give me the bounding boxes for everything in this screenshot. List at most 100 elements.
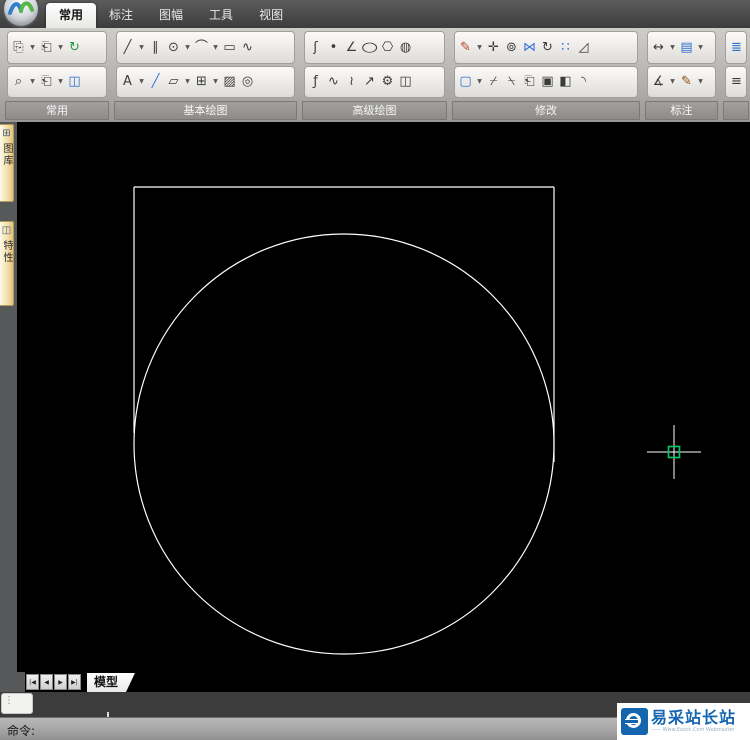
stretch-dropdown-arrow-icon[interactable]: ▼ bbox=[475, 71, 484, 93]
axis-button[interactable]: ∠ bbox=[343, 36, 360, 58]
ellipse-button[interactable]: ○ bbox=[361, 36, 378, 58]
arrow-button[interactable]: ↗ bbox=[361, 71, 378, 93]
grip-dots-icon: ⋮ bbox=[4, 695, 14, 706]
panel-label: 标注 bbox=[645, 101, 718, 120]
ribbon-tab-图幅[interactable]: 图幅 bbox=[146, 3, 196, 28]
menu-button[interactable]: ≡ bbox=[728, 71, 745, 93]
panel-label bbox=[723, 101, 749, 120]
watermark-title: 易采站长站 bbox=[651, 710, 736, 726]
copy-button[interactable]: ⎘ bbox=[10, 36, 27, 58]
last-sheet-button[interactable]: ▶| bbox=[68, 674, 81, 690]
zoom-dropdown-arrow-icon[interactable]: ▼ bbox=[28, 71, 37, 93]
ribbon-panel-高级绘图: ʃ•∠○⎔◍ƒ∿≀↗⚙◫高级绘图 bbox=[301, 30, 448, 120]
watermark-subtitle: —— Www.Easck.Com Webmaster bbox=[651, 728, 736, 733]
linear-dimension-button[interactable]: ↔ bbox=[650, 36, 667, 58]
curve-button[interactable]: ʃ bbox=[307, 36, 324, 58]
gear-button[interactable]: ⚙ bbox=[379, 71, 396, 93]
ribbon-panel-标注: ↔▼▤▼∡▼✎▼标注 bbox=[644, 30, 719, 120]
drawing-check-button[interactable]: ≣ bbox=[728, 36, 745, 58]
side-tab-特性[interactable]: ◫特性 bbox=[0, 221, 14, 306]
refresh-button[interactable]: ↻ bbox=[66, 36, 83, 58]
label-button[interactable]: ◎ bbox=[239, 71, 256, 93]
copy-object-button[interactable]: ⊚ bbox=[503, 36, 520, 58]
hatch-button[interactable]: ▨ bbox=[221, 71, 238, 93]
ellipse-icon: ○ bbox=[361, 41, 378, 54]
block-dropdown-arrow-icon[interactable]: ▼ bbox=[211, 71, 220, 93]
centerline-button[interactable]: ╱ bbox=[147, 71, 164, 93]
sheet-nav-buttons: |◀◀▶▶| bbox=[26, 674, 81, 690]
ribbon-tab-视图[interactable]: 视图 bbox=[246, 3, 296, 28]
offset-button[interactable]: ⎗ bbox=[521, 71, 538, 93]
circle-tangent-button[interactable]: ◍ bbox=[397, 36, 414, 58]
rotate-3d-button[interactable]: ◧ bbox=[557, 71, 574, 93]
text-dropdown-arrow-icon[interactable]: ▼ bbox=[137, 71, 146, 93]
dimension-style-dropdown-arrow-icon[interactable]: ▼ bbox=[696, 36, 705, 58]
circle-button[interactable]: ⊙ bbox=[165, 36, 182, 58]
parallel-line-button[interactable]: ∥ bbox=[147, 36, 164, 58]
sheet-tab-model[interactable]: 模型 bbox=[87, 673, 135, 692]
point-icon: • bbox=[330, 41, 338, 54]
next-sheet-button[interactable]: ▶ bbox=[54, 674, 67, 690]
paste-special-dropdown-arrow-icon[interactable]: ▼ bbox=[56, 71, 65, 93]
ribbon-tab-常用[interactable]: 常用 bbox=[46, 3, 96, 28]
line-button[interactable]: ╱ bbox=[119, 36, 136, 58]
point-button[interactable]: • bbox=[325, 36, 342, 58]
extend-button[interactable]: ⍀ bbox=[503, 71, 520, 93]
title-bar: 常用标注图幅工具视图 bbox=[0, 0, 750, 29]
chamfer-button[interactable]: ▣ bbox=[539, 71, 556, 93]
mirror-button[interactable]: ⋈ bbox=[521, 36, 538, 58]
arc-dropdown-arrow-icon[interactable]: ▼ bbox=[211, 36, 220, 58]
erase-button[interactable]: ✎ bbox=[457, 36, 474, 58]
shaft-button[interactable]: ◫ bbox=[397, 71, 414, 93]
zoom-button[interactable]: ⌕ bbox=[10, 71, 27, 93]
circle-dropdown-arrow-icon[interactable]: ▼ bbox=[183, 36, 192, 58]
slot-dropdown-arrow-icon[interactable]: ▼ bbox=[183, 71, 192, 93]
rectangle-icon: ▭ bbox=[223, 41, 235, 54]
toolbar-strip: ╱▼∥⊙▼⌒▼▭∿ bbox=[116, 31, 295, 64]
wave-line-button[interactable]: ∿ bbox=[325, 71, 342, 93]
command-bar-grip[interactable]: ⋮ bbox=[1, 693, 33, 714]
polygon-icon: ⎔ bbox=[382, 41, 393, 54]
first-sheet-button[interactable]: |◀ bbox=[26, 674, 39, 690]
app-logo-icon[interactable] bbox=[1, 0, 41, 29]
stretch-button[interactable]: ▢ bbox=[457, 71, 474, 93]
ribbon-tab-工具[interactable]: 工具 bbox=[196, 3, 246, 28]
arc-button[interactable]: ⌒ bbox=[193, 36, 210, 58]
refresh-icon: ↻ bbox=[69, 41, 80, 54]
stretch-icon: ▢ bbox=[459, 75, 471, 88]
linear-dimension-dropdown-arrow-icon[interactable]: ▼ bbox=[668, 36, 677, 58]
array-button[interactable]: ∷ bbox=[557, 36, 574, 58]
dimension-edit-icon: ✎ bbox=[681, 75, 692, 88]
display-settings-button[interactable]: ◫ bbox=[66, 71, 83, 93]
rotate-button[interactable]: ↻ bbox=[539, 36, 556, 58]
paste-button[interactable]: ⎗ bbox=[38, 36, 55, 58]
text-button[interactable]: A bbox=[119, 71, 136, 93]
copy-dropdown-arrow-icon[interactable]: ▼ bbox=[28, 36, 37, 58]
line-dropdown-arrow-icon[interactable]: ▼ bbox=[137, 36, 146, 58]
coordinate-dimension-dropdown-arrow-icon[interactable]: ▼ bbox=[668, 71, 677, 93]
dimension-edit-button[interactable]: ✎ bbox=[678, 71, 695, 93]
trim-button[interactable]: ⌿ bbox=[485, 71, 502, 93]
chamfer-icon: ▣ bbox=[541, 75, 553, 88]
polygon-button[interactable]: ⎔ bbox=[379, 36, 396, 58]
paste-dropdown-arrow-icon[interactable]: ▼ bbox=[56, 36, 65, 58]
rectangle-button[interactable]: ▭ bbox=[221, 36, 238, 58]
paste-special-button[interactable]: ⎗ bbox=[38, 71, 55, 93]
fillet-icon: ◝ bbox=[581, 75, 586, 88]
scale-button[interactable]: ◿ bbox=[575, 36, 592, 58]
move-button[interactable]: ✛ bbox=[485, 36, 502, 58]
slot-button[interactable]: ▱ bbox=[165, 71, 182, 93]
break-line-button[interactable]: ≀ bbox=[343, 71, 360, 93]
erase-dropdown-arrow-icon[interactable]: ▼ bbox=[475, 36, 484, 58]
spline-button[interactable]: ∿ bbox=[239, 36, 256, 58]
block-button[interactable]: ⊞ bbox=[193, 71, 210, 93]
prev-sheet-button[interactable]: ◀ bbox=[40, 674, 53, 690]
ribbon-tab-标注[interactable]: 标注 bbox=[96, 3, 146, 28]
side-tab-图库[interactable]: ⊞图库 bbox=[0, 124, 14, 202]
drawing-canvas[interactable] bbox=[17, 122, 750, 672]
coordinate-dimension-button[interactable]: ∡ bbox=[650, 71, 667, 93]
dimension-style-button[interactable]: ▤ bbox=[678, 36, 695, 58]
fillet-button[interactable]: ◝ bbox=[575, 71, 592, 93]
dimension-edit-dropdown-arrow-icon[interactable]: ▼ bbox=[696, 71, 705, 93]
formula-curve-button[interactable]: ƒ bbox=[307, 71, 324, 93]
